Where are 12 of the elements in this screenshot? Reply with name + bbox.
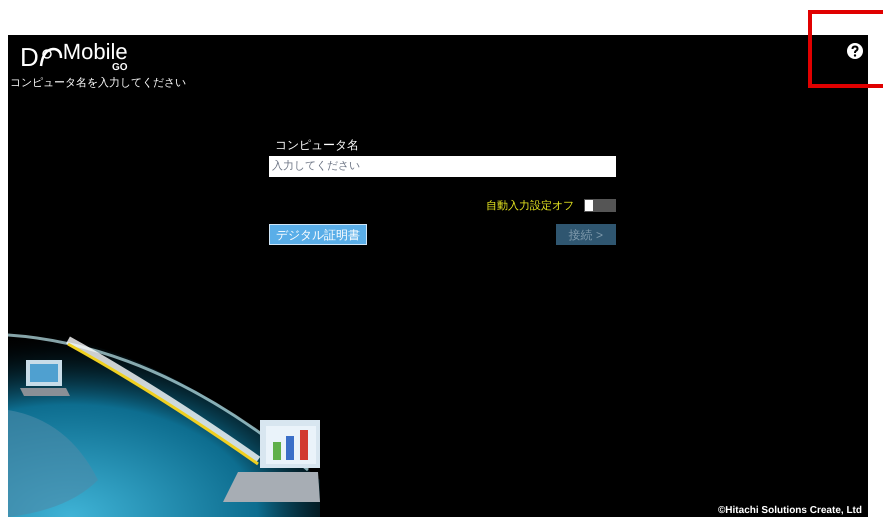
swoosh-icon [38,46,63,68]
logo-subtitle: GO [112,63,128,73]
logo-word: Mobile [62,41,128,63]
auto-input-label: 自動入力設定オフ [486,198,574,214]
computer-name-field[interactable]: 入力してください [269,156,616,176]
auto-input-toggle[interactable] [584,199,616,212]
field-label: コンピュータ名 [275,136,359,154]
certificate-button[interactable]: デジタル証明書 [269,224,367,245]
page-subtitle: コンピュータ名を入力してください [10,76,186,91]
help-icon[interactable] [847,43,863,59]
logo-letter: D [20,44,39,70]
copyright-text: ©Hitachi Solutions Create, Ltd [718,505,862,517]
